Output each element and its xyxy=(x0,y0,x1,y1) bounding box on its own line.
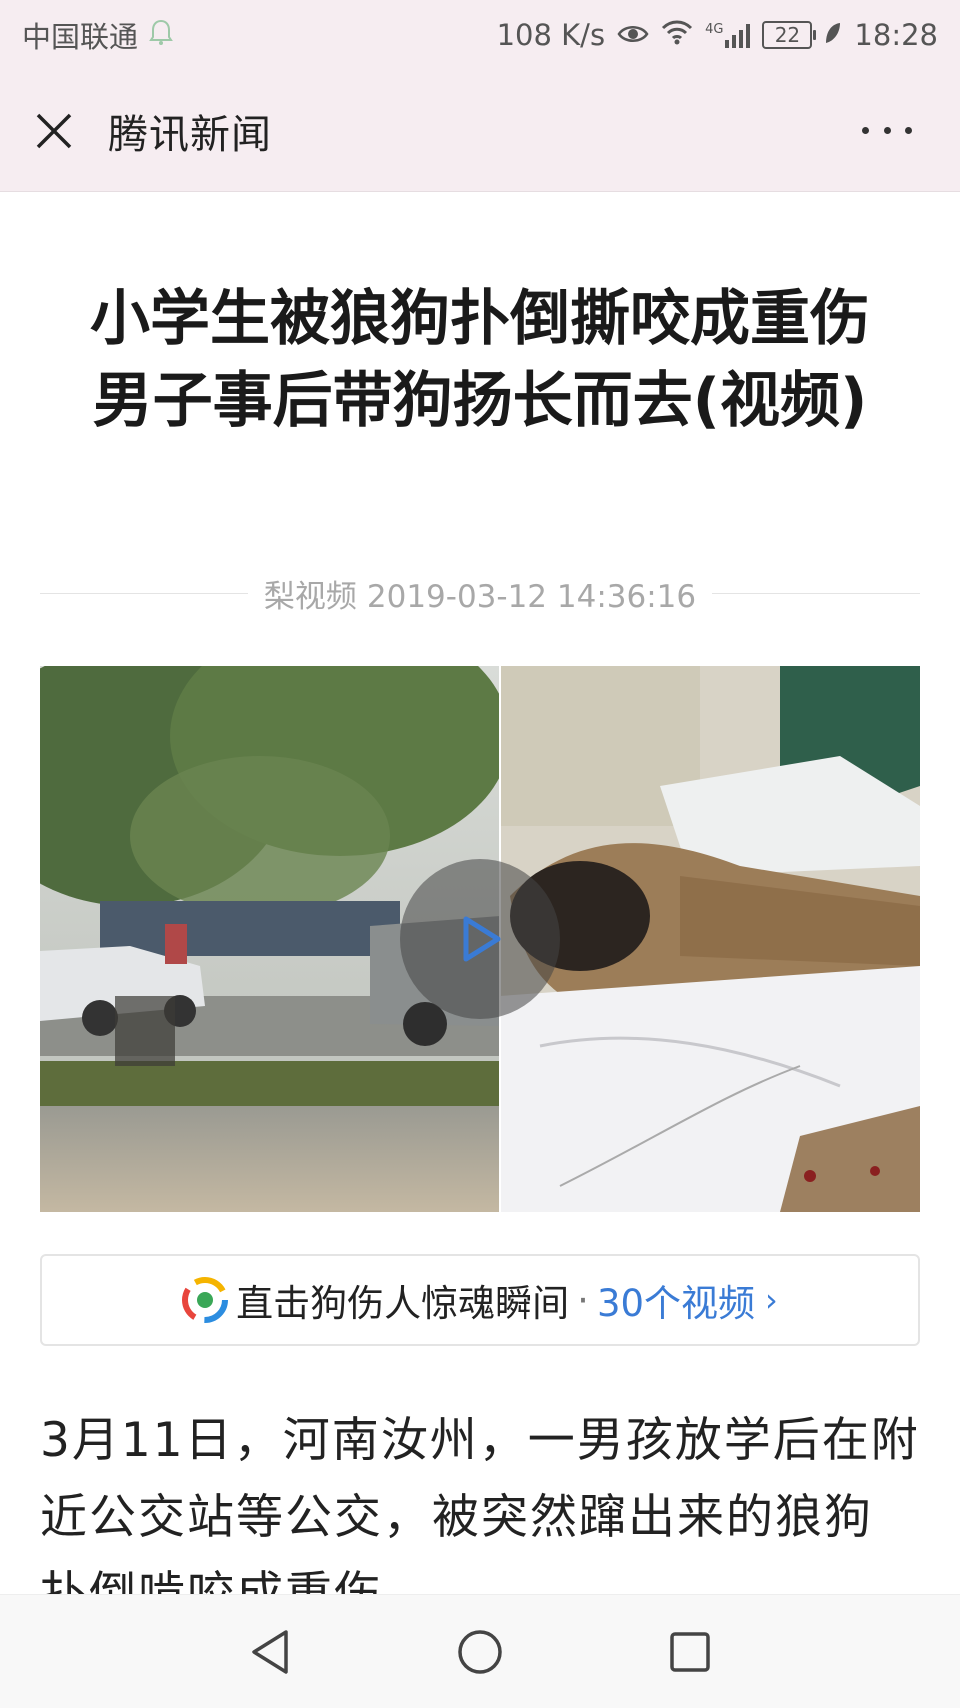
nav-bar: 腾讯新闻 xyxy=(0,70,960,192)
article-timestamp: 2019-03-12 14:36:16 xyxy=(366,578,697,615)
play-icon xyxy=(463,916,501,962)
clock: 18:28 xyxy=(854,18,938,52)
close-button[interactable] xyxy=(26,103,82,159)
recents-square-icon xyxy=(670,1631,710,1672)
system-nav-bar xyxy=(0,1594,960,1708)
tencent-news-logo-icon xyxy=(182,1277,229,1323)
status-right: 108 K/s 4G 22 18:28 xyxy=(497,18,938,52)
chevron-right-icon: › xyxy=(765,1281,778,1319)
battery-icon: 22 xyxy=(762,21,817,49)
back-triangle-icon xyxy=(252,1629,288,1674)
divider-right xyxy=(712,592,920,594)
close-icon xyxy=(36,113,72,148)
play-button[interactable] xyxy=(400,859,560,1019)
divider-left xyxy=(40,592,248,594)
status-left: 中国联通 xyxy=(22,14,174,56)
battery-level: 22 xyxy=(774,23,801,47)
cellular-signal-icon: 4G xyxy=(705,22,751,48)
video-player[interactable] xyxy=(40,666,920,1212)
home-button[interactable] xyxy=(450,1622,510,1682)
more-button[interactable] xyxy=(862,110,912,150)
eye-icon xyxy=(617,18,649,52)
status-bar: 中国联通 108 K/s 4G 22 18:28 xyxy=(0,0,960,70)
related-topic: 直击狗伤人惊魂瞬间 xyxy=(236,1282,570,1325)
wifi-icon xyxy=(661,18,693,52)
leaf-icon xyxy=(824,18,842,52)
back-button[interactable] xyxy=(240,1622,300,1682)
network-speed: 108 K/s xyxy=(496,18,606,52)
recents-button[interactable] xyxy=(660,1622,720,1682)
related-videos-link[interactable]: 直击狗伤人惊魂瞬间 · 30个视频 › xyxy=(40,1254,920,1346)
notification-icon xyxy=(148,18,174,53)
article-meta: 梨视频 2019-03-12 14:36:16 xyxy=(40,568,920,618)
article-source: 梨视频 xyxy=(263,578,357,615)
home-circle-icon xyxy=(458,1629,502,1674)
network-type: 4G xyxy=(705,22,724,37)
nav-title: 腾讯新闻 xyxy=(108,111,272,158)
more-dots-icon xyxy=(862,126,869,134)
related-separator: · xyxy=(577,1278,589,1322)
article-title: 小学生被狼狗扑倒撕咬成重伤 男子事后带狗扬长而去(视频) xyxy=(90,284,870,436)
related-video-count: 30个视频 xyxy=(596,1282,756,1325)
carrier-label: 中国联通 xyxy=(22,20,139,54)
